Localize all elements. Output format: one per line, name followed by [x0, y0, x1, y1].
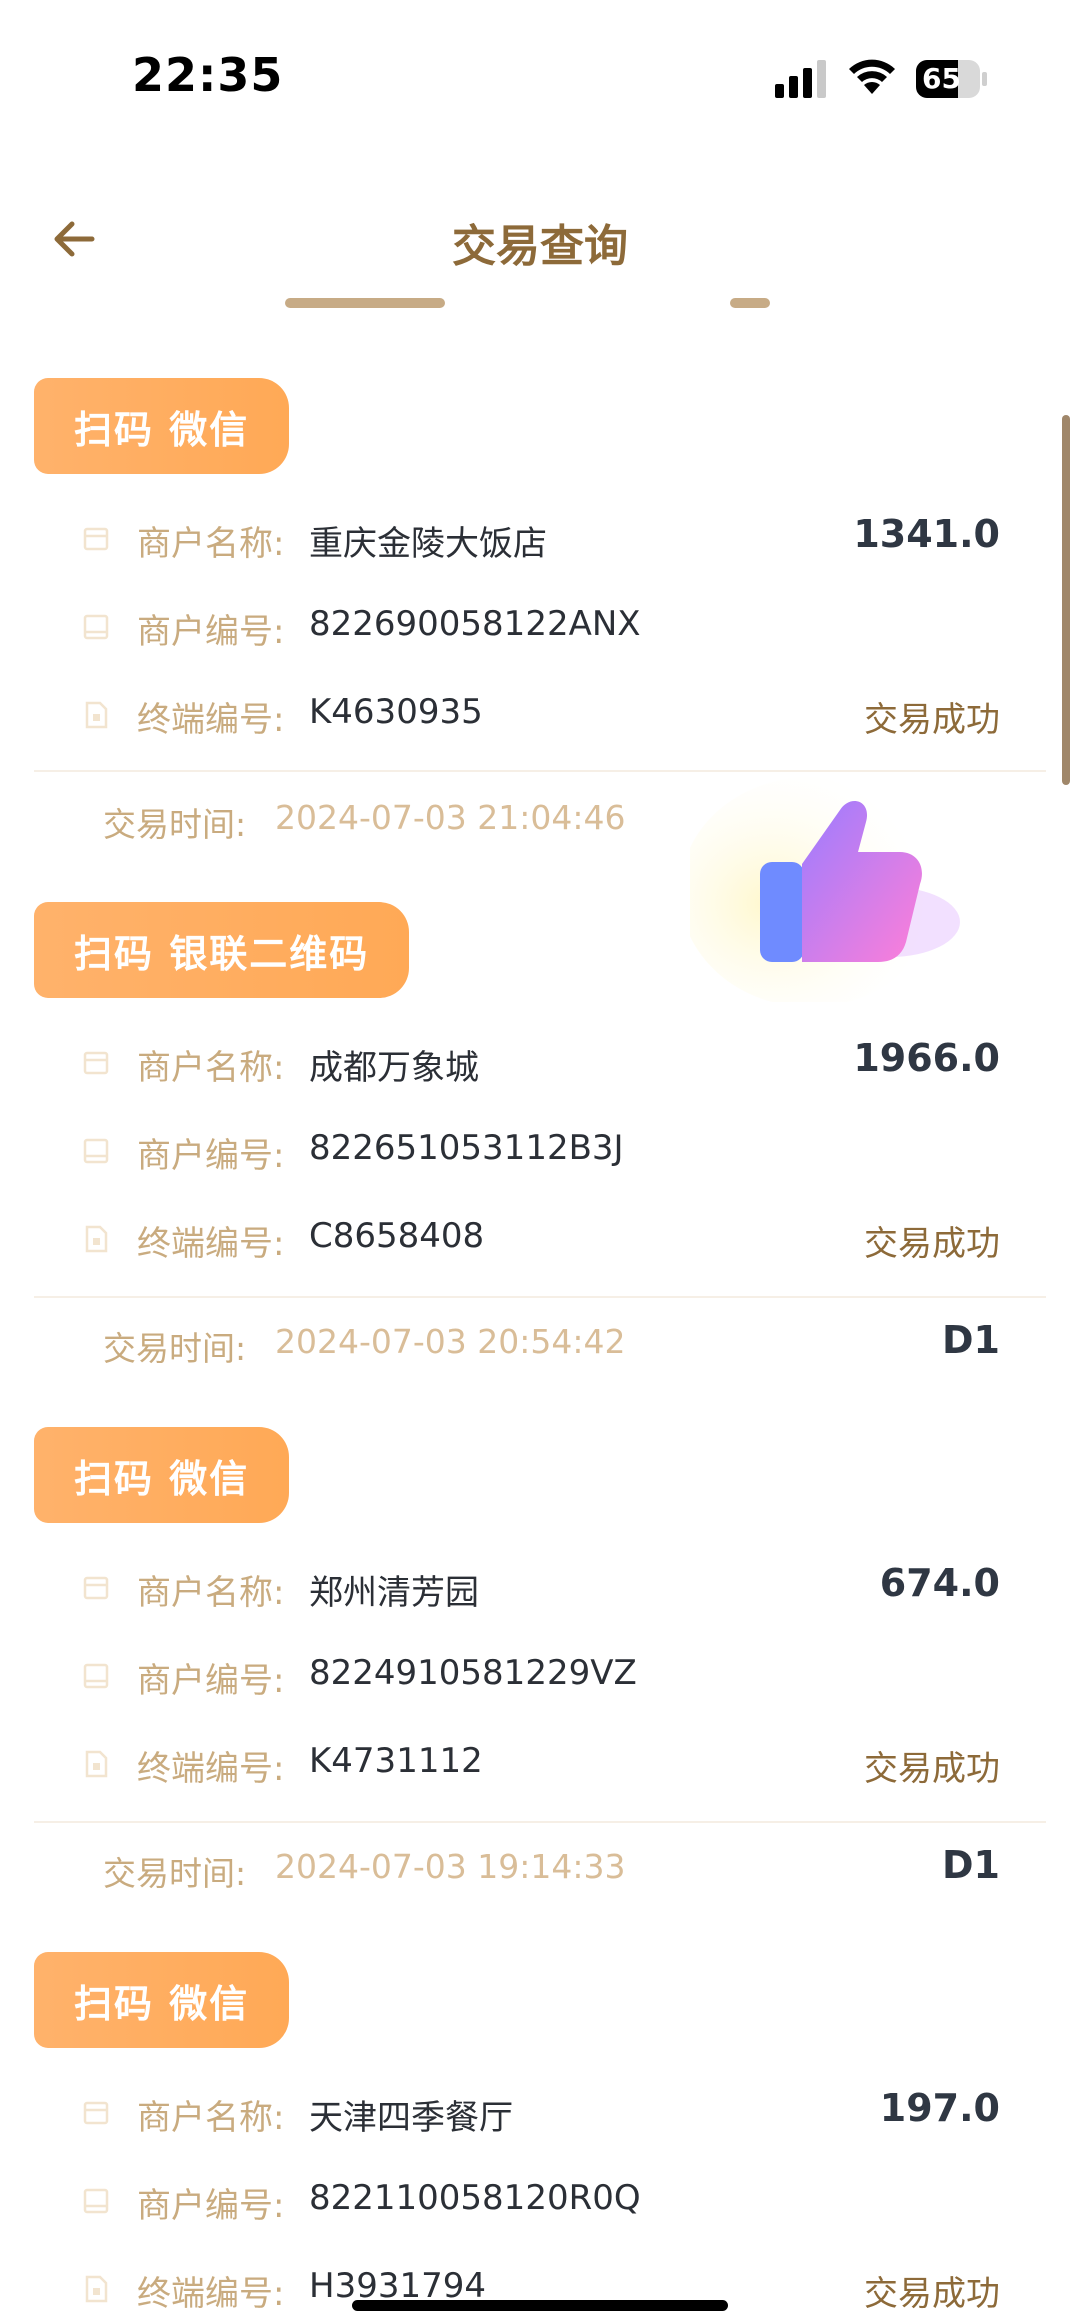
- merchant-no-value: 822690058122ANX: [309, 604, 641, 644]
- terminal-no-row: 终端编号: C8658408 交易成功: [0, 1204, 1080, 1274]
- merchant-no-row: 商户编号: 8224910581229VZ: [0, 1641, 1080, 1711]
- merchant-no-label: 商户编号:: [137, 612, 285, 652]
- amount: 674.0: [879, 1561, 1000, 1605]
- trade-time-value: 2024-07-03 19:14:33: [275, 1847, 626, 1886]
- store-icon: [83, 2101, 109, 2125]
- merchant-name-row: 商户名称: 天津四季餐厅 197.0: [0, 2078, 1080, 2148]
- id-card-icon: [83, 1663, 109, 1689]
- thumbs-up-icon: [690, 777, 960, 1002]
- terminal-no-label: 终端编号:: [137, 1749, 285, 1789]
- merchant-name-label: 商户名称:: [137, 2098, 285, 2138]
- battery-level: 65: [922, 62, 961, 95]
- document-icon: [85, 1750, 108, 1778]
- terminal-no-row: 终端编号: K4630935 交易成功: [0, 680, 1080, 750]
- merchant-name-row: 商户名称: 重庆金陵大饭店 1341.0: [0, 504, 1080, 574]
- payment-type-tag: 扫码 微信: [34, 378, 290, 474]
- merchant-no-label: 商户编号:: [137, 2186, 285, 2226]
- merchant-no-row: 商户编号: 822110058120R0Q: [0, 2166, 1080, 2236]
- terminal-no-value: K4731112: [309, 1741, 483, 1781]
- trade-time-value: 2024-07-03 20:54:42: [275, 1322, 626, 1361]
- transaction-card[interactable]: 扫码 微信 商户名称: 郑州清芳园 674.0 商户编号: 8224910581…: [0, 1427, 1080, 1897]
- merchant-no-label: 商户编号:: [137, 1136, 285, 1176]
- amount: 197.0: [879, 2086, 1000, 2130]
- terminal-no-row: 终端编号: H3931794 交易成功: [0, 2254, 1080, 2324]
- transaction-card[interactable]: 扫码 微信 商户名称: 天津四季餐厅 197.0 商户编号: 822110058…: [0, 1952, 1080, 2314]
- status-badge: 交易成功: [864, 1749, 1000, 1789]
- merchant-name-value: 成都万象城: [309, 1048, 479, 1088]
- id-card-icon: [83, 1138, 109, 1164]
- merchant-no-label: 商户编号:: [137, 1661, 285, 1701]
- merchant-name-value: 重庆金陵大饭店: [309, 524, 547, 564]
- store-icon: [83, 527, 109, 551]
- merchant-name-label: 商户名称:: [137, 524, 285, 564]
- merchant-no-row: 商户编号: 822651053112B3J: [0, 1116, 1080, 1186]
- trade-time-label: 交易时间:: [103, 1329, 247, 1368]
- store-icon: [83, 1051, 109, 1075]
- document-icon: [85, 1225, 108, 1253]
- merchant-no-value: 822651053112B3J: [309, 1128, 624, 1168]
- merchant-no-value: 8224910581229VZ: [309, 1653, 637, 1693]
- merchant-no-row: 商户编号: 822690058122ANX: [0, 592, 1080, 662]
- store-icon: [83, 1576, 109, 1600]
- trade-time-row: 交易时间: 2024-07-03 19:14:33 D1: [0, 1835, 1080, 1905]
- merchant-name-value: 天津四季餐厅: [309, 2098, 513, 2138]
- page-title: 交易查询: [452, 221, 628, 272]
- divider: [34, 1821, 1046, 1823]
- wifi-icon: [849, 59, 895, 94]
- trade-time-label: 交易时间:: [103, 805, 247, 844]
- merchant-name-row: 商户名称: 成都万象城 1966.0: [0, 1028, 1080, 1098]
- id-card-icon: [83, 2188, 109, 2214]
- scrolled-content-edge: [0, 298, 1080, 320]
- merchant-name-row: 商户名称: 郑州清芳园 674.0: [0, 1553, 1080, 1623]
- payment-type-tag: 扫码 银联二维码: [34, 902, 410, 998]
- document-icon: [85, 701, 108, 729]
- status-time: 22:35: [132, 48, 284, 102]
- home-indicator: [352, 2300, 728, 2311]
- trade-time-value: 2024-07-03 21:04:46: [275, 798, 626, 837]
- merchant-name-label: 商户名称:: [137, 1048, 285, 1088]
- merchant-name-label: 商户名称:: [137, 1573, 285, 1613]
- document-icon: [85, 2275, 108, 2303]
- terminal-no-label: 终端编号:: [137, 2274, 285, 2314]
- cellular-signal-icon: [775, 58, 829, 98]
- amount: 1341.0: [853, 512, 1000, 556]
- terminal-no-label: 终端编号:: [137, 700, 285, 740]
- status-badge: 交易成功: [864, 1224, 1000, 1264]
- status-bar: 22:35 65: [0, 0, 1080, 150]
- battery-icon: 65: [916, 60, 987, 98]
- divider: [34, 1296, 1046, 1298]
- merchant-name-value: 郑州清芳园: [309, 1573, 479, 1613]
- trade-time-label: 交易时间:: [103, 1854, 247, 1893]
- id-card-icon: [83, 614, 109, 640]
- nav-bar: 交易查询: [0, 180, 1080, 300]
- settlement-type: D1: [942, 1318, 1000, 1362]
- merchant-no-value: 822110058120R0Q: [309, 2178, 641, 2218]
- terminal-no-label: 终端编号:: [137, 1224, 285, 1264]
- terminal-no-row: 终端编号: K4731112 交易成功: [0, 1729, 1080, 1799]
- terminal-no-value: K4630935: [309, 692, 483, 732]
- payment-type-tag: 扫码 微信: [34, 1952, 290, 2048]
- amount: 1966.0: [853, 1036, 1000, 1080]
- trade-time-row: 交易时间: 2024-07-03 20:54:42 D1: [0, 1310, 1080, 1380]
- status-badge: 交易成功: [864, 700, 1000, 740]
- terminal-no-value: C8658408: [309, 1216, 485, 1256]
- settlement-type: D1: [942, 1843, 1000, 1887]
- payment-type-tag: 扫码 微信: [34, 1427, 290, 1523]
- status-badge: 交易成功: [864, 2274, 1000, 2314]
